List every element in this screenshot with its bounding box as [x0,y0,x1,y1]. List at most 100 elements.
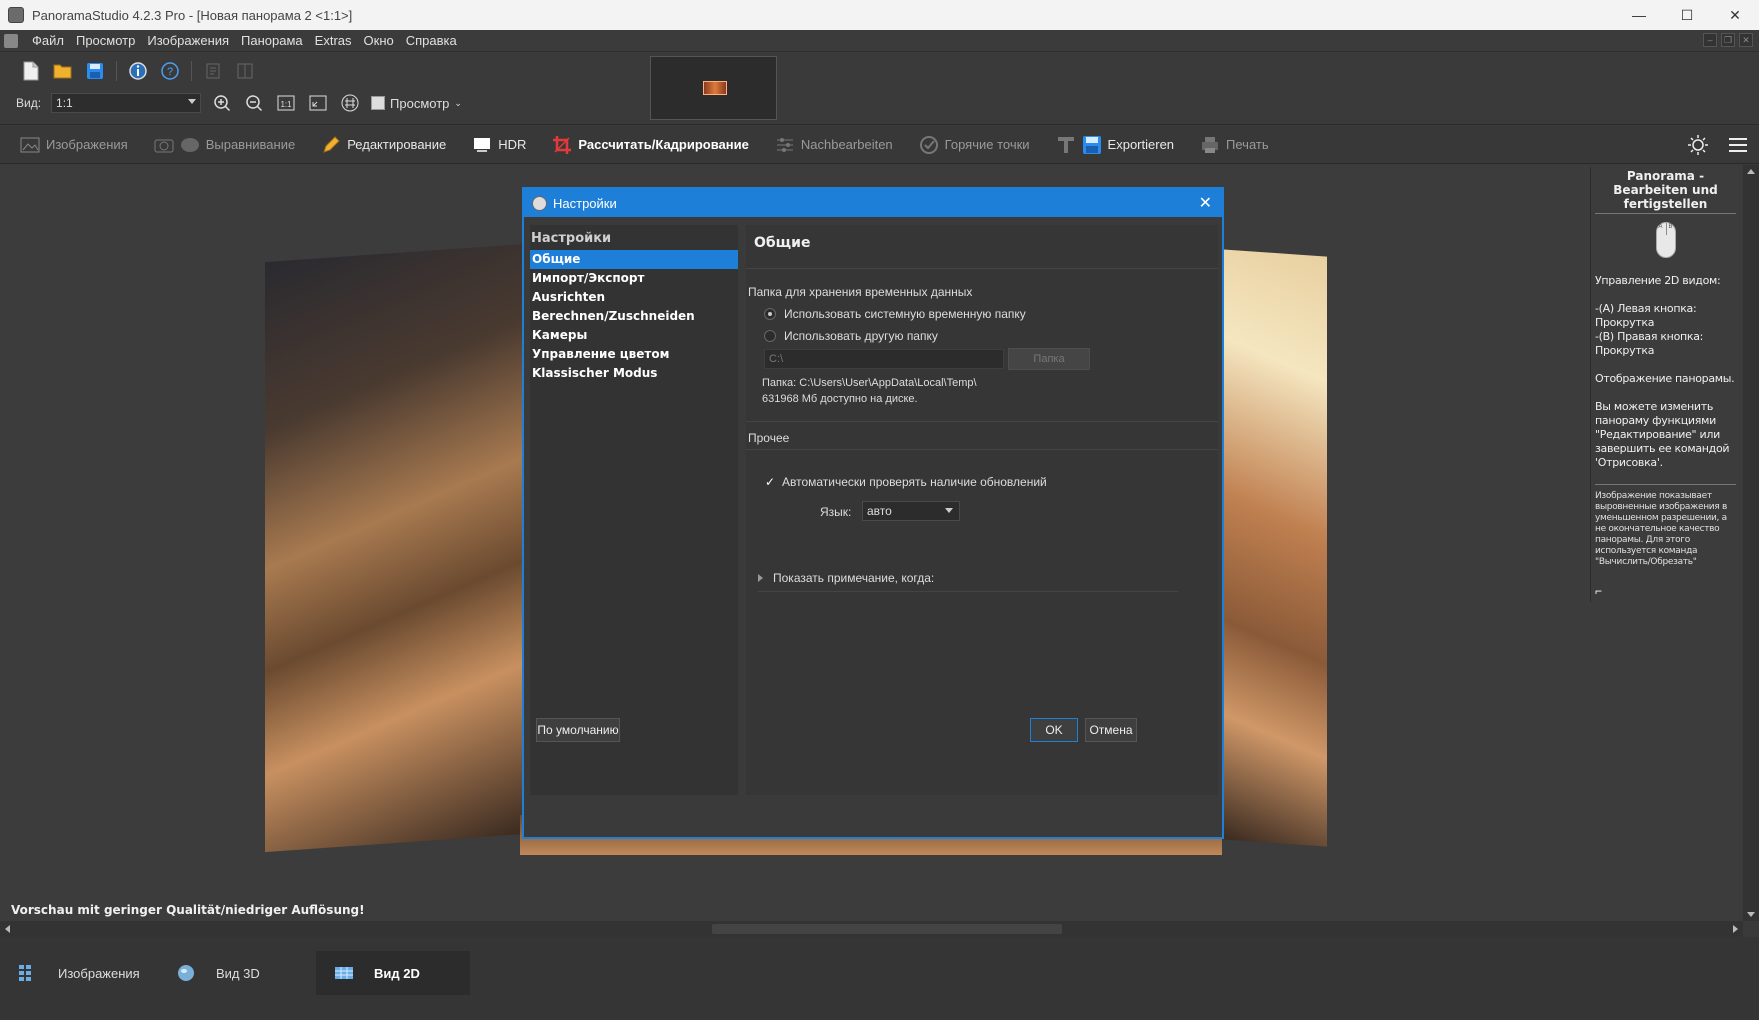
workflow-postprocess-label: Nachbearbeiten [800,137,893,152]
workflow-align[interactable]: Выравнивание [154,135,295,155]
help-side-panel: Panorama - Bearbeiten und fertigstellen … [1590,167,1740,602]
grid-icon[interactable] [339,92,361,114]
crop-icon [553,135,572,154]
menu-file[interactable]: Файл [26,33,70,48]
panorama-thumbnail[interactable] [650,56,777,120]
workflow-postprocess[interactable]: Nachbearbeiten [775,135,893,155]
mdi-restore-button[interactable]: ❐ [1721,33,1735,47]
brightness-icon[interactable] [1687,134,1709,156]
tab-view-3d[interactable]: Вид 3D [158,951,314,995]
info-icon[interactable] [127,60,149,82]
dialog-close-icon[interactable]: ✕ [1199,193,1212,213]
nav-item-calculate-crop[interactable]: Berechnen/Zuschneiden [530,307,738,326]
maximize-button[interactable]: ☐ [1663,0,1711,30]
chevron-down-icon: ⌄ [454,97,462,108]
window-title: PanoramaStudio 4.2.3 Pro - [Новая панора… [32,7,353,23]
app-icon [8,7,24,23]
workflow-hotspots[interactable]: Горячие точки [919,135,1030,155]
menu-window[interactable]: Окно [358,33,400,48]
nav-item-general[interactable]: Общие [530,250,738,269]
print-icon [1202,136,1219,153]
workflow-align-label: Выравнивание [205,137,296,152]
mdi-close-button[interactable]: ✕ [1739,33,1753,47]
workflow-images-label: Изображения [46,137,128,152]
workflow-calculate-crop-label: Рассчитать/Кадрирование [578,137,749,152]
temp-path-input[interactable]: C:\ [764,349,1004,369]
workflow-images[interactable]: Изображения [20,135,128,155]
menu-extras[interactable]: Extras [309,33,358,48]
mdi-minimize-button[interactable]: – [1703,33,1717,47]
preview-checkbox[interactable] [371,96,386,110]
workflow-print[interactable]: Печать [1200,135,1269,155]
nav-item-cameras[interactable]: Камеры [530,326,738,345]
layout-icon [234,60,256,82]
sliders-icon [776,137,793,152]
toolbar-area: ? Вид: 1:1 1:1 Просмотр ⌄ [0,52,1759,125]
zoom-in-icon[interactable] [211,92,233,114]
auto-update-check[interactable]: ✓ Автоматически проверять наличие обновл… [764,475,1047,489]
new-file-icon[interactable] [20,60,42,82]
show-note-label: Показать примечание, когда: [773,571,935,585]
language-select[interactable]: авто [862,501,960,521]
cancel-button[interactable]: Отмена [1085,718,1137,742]
radio-system-temp-indicator[interactable] [764,308,776,320]
thumbnail-image [703,81,727,95]
menu-help[interactable]: Справка [400,33,463,48]
workflow-calculate-crop[interactable]: Рассчитать/Кадрирование [552,135,749,155]
auto-update-checkbox[interactable]: ✓ [764,476,776,488]
fit-window-icon[interactable] [307,92,329,114]
vertical-scrollbar[interactable] [1743,165,1759,921]
radio-other-folder[interactable]: Использовать другую папку [764,329,938,343]
hdr-icon [474,137,491,152]
save-icon[interactable] [84,60,106,82]
menu-view[interactable]: Просмотр [70,33,141,48]
minimize-button[interactable]: — [1615,0,1663,30]
side-panel-title: Panorama - Bearbeiten und fertigstellen [1595,169,1736,214]
scroll-down-icon[interactable] [1747,912,1755,917]
content-heading: Общие [746,225,1218,269]
nav-item-import-export[interactable]: Импорт/Экспорт [530,269,738,288]
radio-system-temp[interactable]: Использовать системную временную папку [764,307,1026,321]
scroll-up-icon[interactable] [1747,169,1755,174]
tab-images[interactable]: Изображения [0,951,156,995]
expand-arrow-icon[interactable] [758,574,763,582]
scroll-right-icon[interactable] [1733,925,1738,933]
panorama-image-right [1222,249,1327,847]
zoom-actual-size-icon[interactable]: 1:1 [275,92,297,114]
folder-path-info: Папка: C:\Users\User\AppData\Local\Temp\ [762,377,977,389]
workflow-hdr[interactable]: HDR [472,135,526,155]
ok-button[interactable]: OK [1030,718,1078,742]
nav-item-align[interactable]: Ausrichten [530,288,738,307]
tab-view-2d[interactable]: Вид 2D [316,951,470,995]
radio-other-folder-indicator[interactable] [764,330,776,342]
nav-item-classic-mode[interactable]: Klassischer Modus [530,364,738,383]
menu-panorama[interactable]: Панорама [235,33,309,48]
app-icon [532,195,547,211]
help-icon[interactable]: ? [159,60,181,82]
open-folder-icon[interactable] [52,60,74,82]
scroll-left-icon[interactable] [5,925,10,933]
tab-view-2d-label: Вид 2D [374,965,420,981]
show-note-expander[interactable]: Показать примечание, когда: [758,571,1178,592]
web-export-icon [1057,136,1074,153]
dialog-title-bar[interactable]: Настройки ✕ [524,189,1222,217]
defaults-button[interactable]: По умолчанию [536,718,620,742]
menu-images[interactable]: Изображения [141,33,235,48]
preview-quality-note: Vorschau mit geringer Qualität/niedriger… [11,903,365,917]
app-menu-icon[interactable] [4,33,18,48]
hamburger-menu-icon[interactable] [1727,134,1749,156]
nav-item-color-management[interactable]: Управление цветом [530,345,738,364]
scrollbar-thumb[interactable] [712,924,1062,934]
hotspot-icon [919,135,938,154]
resize-corner-icon[interactable]: ⌐ [1595,584,1736,598]
workflow-export[interactable]: Exportieren [1056,135,1174,155]
view-zoom-select[interactable]: 1:1 [51,93,202,113]
disk-space-info: 631968 Мб доступно на диске. [762,393,918,405]
close-button[interactable]: ✕ [1711,0,1759,30]
horizontal-scrollbar[interactable] [0,921,1743,937]
choose-folder-button[interactable]: Папка [1008,348,1090,370]
zoom-out-icon[interactable] [243,92,265,114]
dialog-title: Настройки [553,195,617,211]
preview-toggle[interactable]: Просмотр ⌄ [371,96,462,111]
workflow-edit[interactable]: Редактирование [321,135,446,155]
